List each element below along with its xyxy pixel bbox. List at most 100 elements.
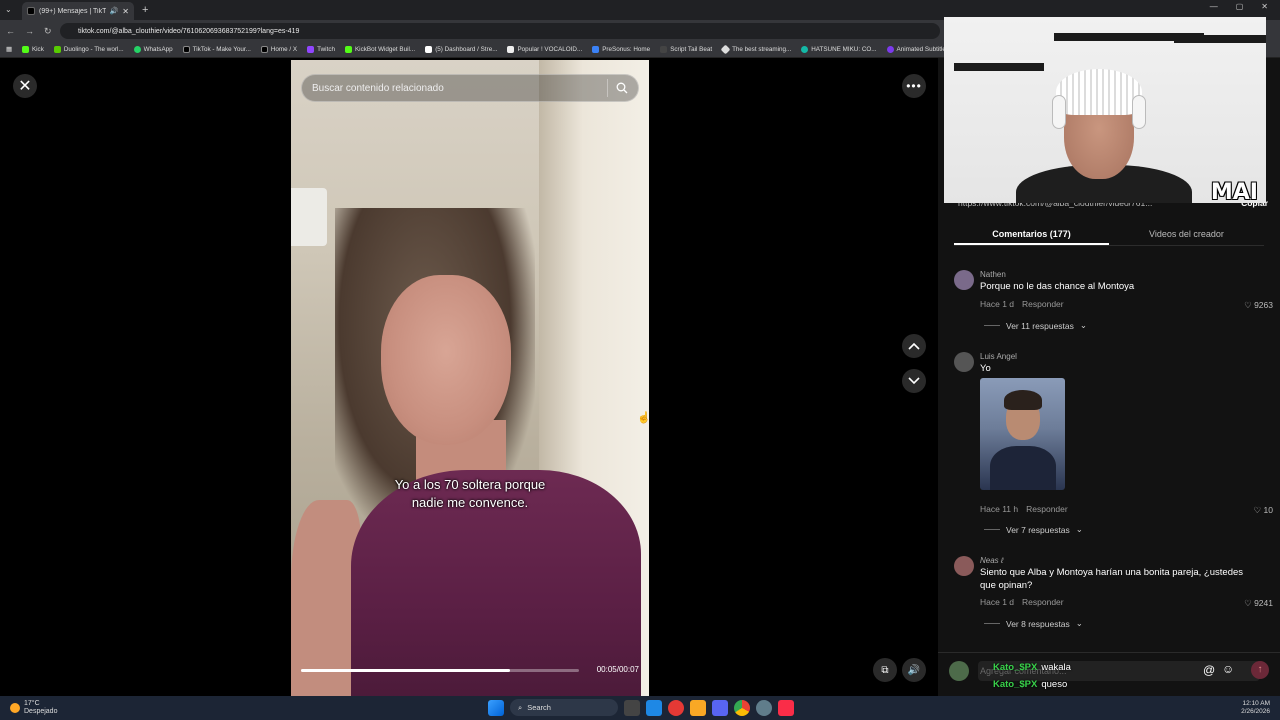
bookmark[interactable]: Duolingo - The worl... [53, 46, 124, 53]
comment-user[interactable]: Nathen [980, 270, 1006, 279]
discord-icon[interactable] [712, 699, 728, 716]
comment-image [990, 446, 1056, 490]
close-window-icon[interactable]: ✕ [1261, 2, 1268, 11]
windows-taskbar: 17°C Despejado ⌕ Search 12:10 AM 2/26/202… [0, 696, 1280, 720]
pip-button[interactable]: ⧉ [873, 658, 897, 682]
weather-widget[interactable]: 17°C Despejado [10, 700, 57, 716]
bookmark[interactable]: Popular ! VOCALOID... [507, 46, 582, 53]
comment-image[interactable] [980, 378, 1065, 490]
video-player[interactable]: Buscar contenido relacionado Yo a los 70… [291, 60, 649, 696]
screen: ⌄ (99+) Mensajes | TikTok 🔊 ✕ + — ▢ ✕ ← … [0, 0, 1280, 720]
view-replies-button[interactable]: Ver 8 respuestas ⌄ [984, 618, 1083, 629]
weather-condition: Despejado [24, 708, 58, 715]
chevron-down-icon: ⌄ [1079, 320, 1088, 330]
reload-icon[interactable]: ↻ [44, 26, 52, 37]
system-clock[interactable]: 12:10 AM 2/26/2026 [1241, 700, 1270, 716]
previous-video-button[interactable] [902, 334, 926, 358]
tab-creator-videos[interactable]: Videos del creador [1109, 222, 1264, 245]
like-button[interactable]: ♡ 9241 [1244, 598, 1273, 609]
avatar[interactable] [954, 556, 974, 576]
comment-time: Hace 1 d [980, 299, 1015, 309]
maximize-icon[interactable]: ▢ [1236, 2, 1244, 11]
arrow-up-icon: ↑ [1257, 664, 1263, 675]
chat-message: Kato_$PX queso [993, 679, 1067, 690]
volume-button[interactable]: 🔊 [902, 658, 926, 682]
bookmark[interactable]: The best streaming... [720, 44, 791, 55]
taskbar-apps: ⌕ Search [488, 699, 794, 716]
close-video-button[interactable]: ✕ [13, 74, 37, 98]
view-replies-button[interactable]: Ver 7 respuestas ⌄ [984, 524, 1083, 535]
emoji-icon[interactable]: ☺ [1222, 662, 1234, 676]
file-explorer-icon[interactable] [690, 699, 706, 716]
bookmark[interactable]: (5) Dashboard / Stre... [425, 46, 497, 53]
send-comment-button[interactable]: ↑ [1251, 661, 1269, 679]
browser-tab[interactable]: (99+) Mensajes | TikTok 🔊 ✕ [22, 2, 134, 20]
panel-tabs: Comentarios (177) Videos del creador [954, 222, 1264, 246]
bookmark[interactable]: TikTok - Make Your... [182, 46, 251, 53]
comment-time: Hace 1 d [980, 597, 1015, 607]
comment-text: Yo [980, 363, 991, 374]
edge-icon[interactable] [646, 699, 662, 716]
forward-icon[interactable]: → [25, 26, 34, 36]
bookmark[interactable]: KickBot Widget Buil... [344, 46, 415, 53]
like-button[interactable]: ♡ 10 [1254, 505, 1273, 516]
taskbar-search-label: Search [527, 703, 551, 712]
search-icon: ⌕ [518, 702, 523, 712]
comment-item: Neas ℓ Siento que Alba y Montoya harían … [954, 556, 1274, 636]
settings-icon[interactable] [756, 699, 772, 716]
task-view-icon[interactable] [624, 699, 640, 716]
related-search-input[interactable]: Buscar contenido relacionado [301, 74, 639, 102]
windows-start-icon[interactable] [488, 699, 504, 716]
taskbar-search[interactable]: ⌕ Search [510, 699, 618, 716]
video-progress-bar[interactable] [301, 669, 579, 672]
tab-menu-icon[interactable]: ⌄ [5, 5, 12, 14]
comment-user[interactable]: Luis Angel [980, 352, 1017, 361]
like-button[interactable]: ♡ 9263 [1244, 300, 1273, 311]
view-replies-label: Ver 11 respuestas [1006, 320, 1074, 331]
bookmark[interactable]: Script Tail Beat [660, 46, 712, 53]
avatar[interactable] [954, 270, 974, 290]
clock-time: 12:10 AM [1242, 700, 1270, 707]
reply-button[interactable]: Responder [1022, 299, 1064, 309]
tab-title: (99+) Mensajes | TikTok [39, 7, 106, 15]
address-bar[interactable]: tiktok.com/@alba_clouthier/video/7610620… [60, 23, 940, 39]
search-icon[interactable] [616, 82, 628, 94]
chevron-down-icon [908, 377, 920, 385]
chrome-icon[interactable] [734, 699, 750, 716]
chat-text: wakala [1041, 662, 1071, 673]
back-icon[interactable]: ← [6, 26, 15, 36]
bookmark[interactable]: WhatsApp [133, 46, 173, 53]
like-count: 9263 [1254, 300, 1273, 310]
view-replies-label: Ver 7 respuestas [1006, 524, 1070, 535]
avatar[interactable] [954, 352, 974, 372]
bookmark[interactable]: HATSUNE MIKU: CO... [801, 46, 877, 53]
reply-button[interactable]: Responder [1026, 504, 1068, 514]
more-options-button[interactable]: ••• [902, 74, 926, 98]
chevron-up-icon [908, 342, 920, 350]
new-tab-button[interactable]: + [142, 4, 148, 16]
bookmark[interactable]: Home / X [260, 46, 297, 53]
apps-icon[interactable]: ▦ [6, 46, 12, 53]
my-avatar [949, 661, 969, 681]
comment-user[interactable]: Neas ℓ [980, 556, 1003, 565]
speaker-icon[interactable]: 🔊 [110, 7, 119, 15]
streamer [1056, 69, 1142, 115]
bookmark[interactable]: Twitch [307, 46, 335, 53]
comment-text: Siento que Alba y Montoya harían una bon… [980, 567, 1244, 591]
shelf [1174, 35, 1266, 95]
app-icon[interactable] [668, 699, 684, 716]
mention-icon[interactable]: @ [1203, 663, 1215, 677]
pip-icon: ⧉ [881, 664, 889, 676]
close-tab-icon[interactable]: ✕ [122, 7, 129, 16]
minimize-icon[interactable]: — [1210, 2, 1218, 11]
bookmark[interactable]: Kick [21, 46, 44, 53]
tab-comments[interactable]: Comentarios (177) [954, 222, 1109, 245]
bookmark[interactable]: PreSonus: Home [592, 46, 650, 53]
reply-button[interactable]: Responder [1022, 597, 1064, 607]
music-icon[interactable] [778, 699, 794, 716]
comment-meta: Hace 1 d Responder [980, 597, 1064, 607]
watermark: MAI [1210, 180, 1258, 203]
next-video-button[interactable] [902, 369, 926, 393]
view-replies-button[interactable]: Ver 11 respuestas ⌄ [984, 320, 1087, 331]
shelf [954, 63, 1044, 71]
